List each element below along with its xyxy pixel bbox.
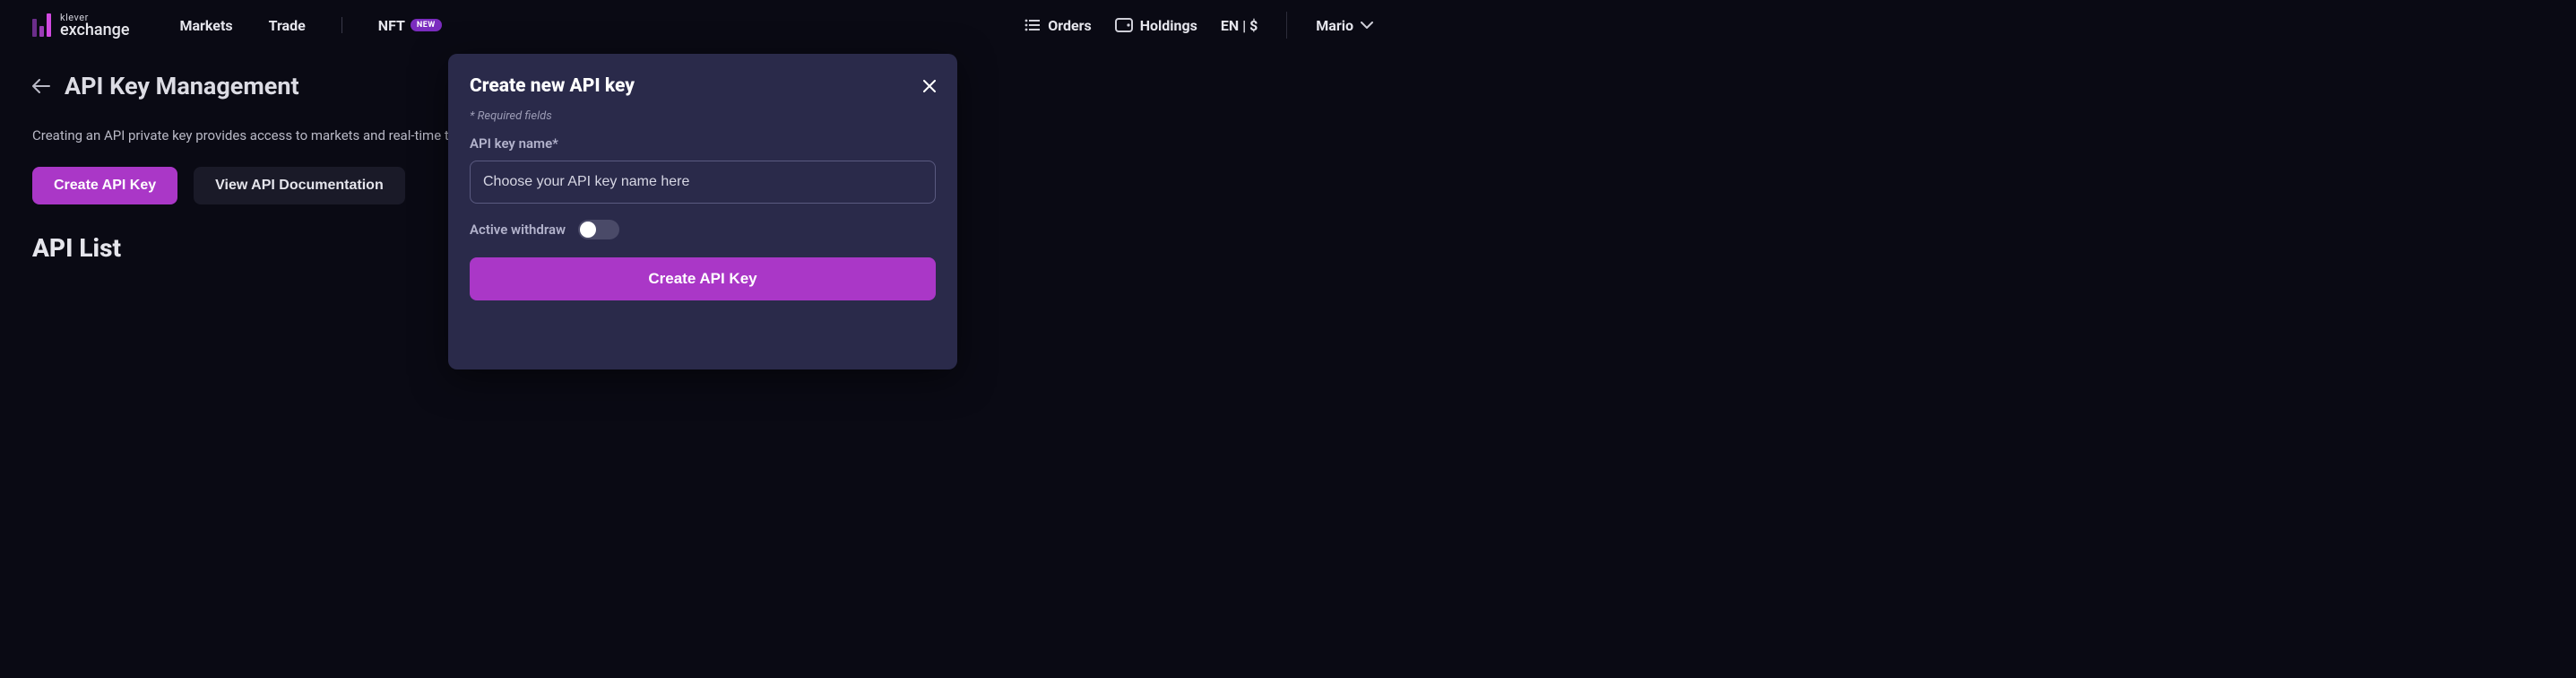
page-title: API Key Management [65, 72, 299, 100]
toggle-knob [580, 222, 596, 238]
user-name: Mario [1316, 17, 1353, 34]
modal-create-button[interactable]: Create API Key [470, 257, 936, 300]
active-withdraw-row: Active withdraw [470, 220, 936, 239]
nav-nft[interactable]: NFT NEW [378, 17, 442, 34]
api-key-name-label: API key name* [470, 135, 936, 152]
header-divider [1286, 12, 1287, 39]
chevron-down-icon [1361, 22, 1373, 29]
nav-nft-label: NFT [378, 17, 405, 34]
nav-divider [341, 17, 342, 33]
arrow-left-icon [32, 79, 50, 93]
holdings-label: Holdings [1140, 17, 1197, 34]
logo-text: klever exchange [60, 13, 129, 39]
create-api-key-modal: Create new API key * Required fields API… [448, 54, 957, 369]
main-nav: Markets Trade NFT NEW [179, 17, 441, 34]
active-withdraw-label: Active withdraw [470, 222, 566, 238]
modal-title: Create new API key [470, 75, 635, 97]
new-badge: NEW [411, 19, 442, 31]
view-docs-button[interactable]: View API Documentation [194, 167, 405, 204]
app-header: klever exchange Markets Trade NFT NEW Or… [0, 0, 1405, 50]
locale-label: EN | $ [1221, 17, 1258, 34]
wallet-icon [1115, 18, 1133, 32]
back-button[interactable] [32, 79, 50, 93]
required-fields-note: * Required fields [470, 109, 936, 123]
modal-header: Create new API key [470, 75, 936, 97]
brand-bottom: exchange [60, 22, 129, 39]
nav-markets[interactable]: Markets [179, 17, 232, 34]
close-button[interactable] [923, 80, 936, 92]
orders-link[interactable]: Orders [1024, 17, 1091, 34]
logo-mark-icon [32, 13, 51, 37]
nav-trade[interactable]: Trade [269, 17, 306, 34]
brand-logo[interactable]: klever exchange [32, 13, 129, 39]
header-right: Orders Holdings EN | $ Mario [1024, 12, 1373, 39]
locale-selector[interactable]: EN | $ [1221, 17, 1258, 34]
close-icon [923, 80, 936, 92]
active-withdraw-toggle[interactable] [578, 220, 619, 239]
orders-label: Orders [1048, 17, 1091, 34]
list-icon [1024, 19, 1041, 31]
api-key-name-input[interactable] [470, 161, 936, 204]
create-api-key-button[interactable]: Create API Key [32, 167, 177, 204]
holdings-link[interactable]: Holdings [1115, 17, 1197, 34]
user-menu[interactable]: Mario [1316, 17, 1373, 34]
